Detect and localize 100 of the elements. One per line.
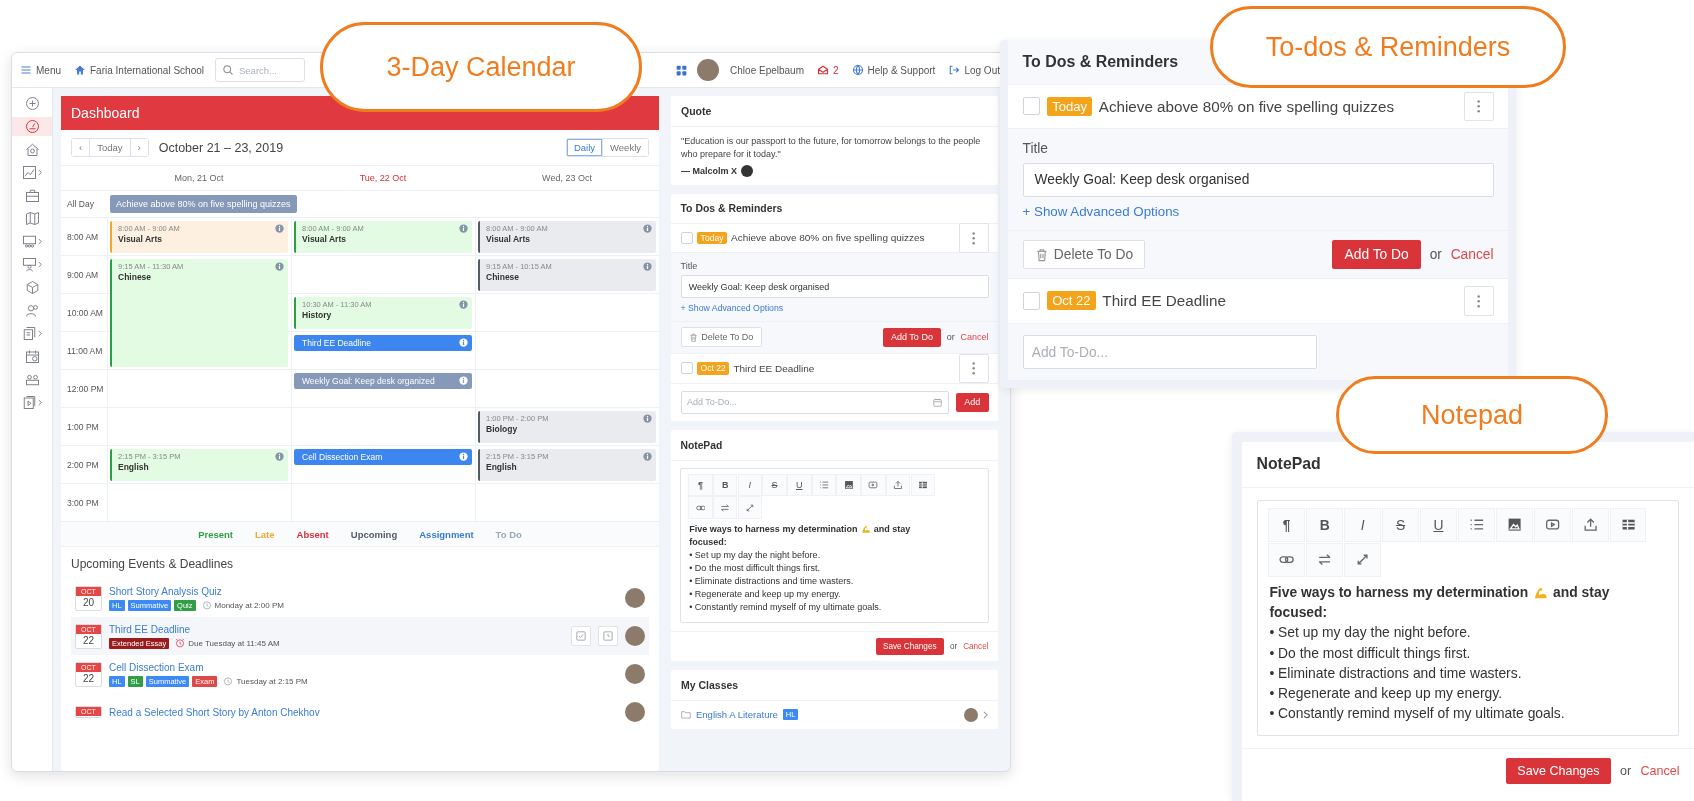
event-link[interactable]: Third EE Deadline xyxy=(109,623,191,635)
user-avatar[interactable] xyxy=(697,59,720,81)
info-icon[interactable] xyxy=(459,338,468,347)
view-toggle[interactable]: Daily xyxy=(566,139,603,156)
toolbar-button[interactable] xyxy=(1459,508,1494,541)
save-button[interactable]: Save Changes xyxy=(875,637,944,655)
format-button[interactable]: U xyxy=(788,474,811,496)
legend-item: To Do xyxy=(495,528,522,540)
text-editor[interactable] xyxy=(680,468,989,623)
teacher-avatar xyxy=(964,707,978,722)
school-link[interactable]: Faria International School xyxy=(72,62,206,78)
info-icon[interactable] xyxy=(459,224,468,233)
apps-grid-icon[interactable] xyxy=(675,63,689,77)
todo-text: Achieve above 80% on five spelling quizzes xyxy=(731,232,925,244)
info-icon[interactable] xyxy=(459,452,468,461)
help-link[interactable]: Help & Support xyxy=(849,62,938,78)
toolbar-button[interactable] xyxy=(713,497,737,519)
info-icon[interactable] xyxy=(459,300,468,309)
quote-author: — Malcolm X xyxy=(681,166,737,177)
chevron-icon[interactable] xyxy=(983,710,988,719)
calendar-event[interactable]: Third EE Deadline xyxy=(294,335,472,351)
card-title: NotePad xyxy=(1256,455,1321,474)
toolbar-button[interactable] xyxy=(689,497,712,519)
toolbar-button[interactable] xyxy=(911,474,935,496)
calendar-event[interactable]: Cell Dissection Exam xyxy=(294,449,472,465)
toolbar-button[interactable] xyxy=(1610,508,1646,541)
add-todo-button[interactable]: Add To Do xyxy=(882,327,941,347)
add-button[interactable]: Add xyxy=(956,392,989,412)
kebab-icon xyxy=(1476,293,1482,309)
format-button[interactable]: S xyxy=(1383,508,1418,541)
add-todo-button[interactable]: Add To Do xyxy=(1332,240,1421,270)
format-button[interactable]: S xyxy=(763,474,786,496)
event-link[interactable]: Cell Dissection Exam xyxy=(109,661,204,673)
document-play-icon xyxy=(22,395,37,410)
checkbox[interactable] xyxy=(680,231,693,245)
info-icon[interactable] xyxy=(643,452,652,461)
title-input[interactable]: Weekly Goal: Keep desk organised xyxy=(680,275,989,299)
check-square-icon xyxy=(576,631,586,641)
chevron-icon xyxy=(38,399,42,406)
note-heading: Five ways to harness my determination xyxy=(689,522,858,536)
calendar-icon[interactable] xyxy=(933,397,943,407)
reminder-button[interactable] xyxy=(598,626,618,646)
trash-icon xyxy=(1034,247,1049,262)
toolbar-button[interactable] xyxy=(1307,543,1342,576)
format-button[interactable]: ¶ xyxy=(689,474,712,496)
or-text: or xyxy=(949,641,958,651)
cube-icon xyxy=(24,280,40,295)
kebab-icon xyxy=(1476,98,1482,114)
info-icon[interactable] xyxy=(459,376,468,385)
cancel-link[interactable]: Cancel xyxy=(960,332,989,343)
toolbar-button[interactable] xyxy=(837,474,860,496)
title-input[interactable]: Weekly Goal: Keep desk organised xyxy=(1022,162,1494,197)
format-button[interactable]: B xyxy=(1307,508,1342,541)
todo-text: Third EE Deadline xyxy=(733,362,815,374)
folder-icon xyxy=(681,710,691,720)
info-icon[interactable] xyxy=(275,224,284,233)
class-link[interactable]: English A Literature xyxy=(696,709,778,721)
toolbar-button[interactable] xyxy=(1572,508,1608,541)
info-icon[interactable] xyxy=(275,452,284,461)
cancel-link[interactable]: Cancel xyxy=(1640,764,1680,779)
cancel-link[interactable]: Cancel xyxy=(1450,247,1494,263)
messages-button[interactable]: 2 xyxy=(815,62,841,78)
checkbox[interactable] xyxy=(1022,291,1041,310)
toolbar-button[interactable] xyxy=(1534,508,1570,541)
format-button[interactable]: B xyxy=(713,474,737,496)
note-heading: and stay xyxy=(1553,583,1610,603)
checkbox[interactable] xyxy=(680,362,693,375)
info-icon[interactable] xyxy=(643,262,652,271)
advanced-options-link[interactable]: + Show Advanced Options xyxy=(1022,203,1180,219)
previous-button[interactable]: ‹ xyxy=(72,139,91,156)
event-link[interactable]: Read a Selected Short Story by Anton Chekhov xyxy=(109,706,320,718)
text-editor[interactable] xyxy=(1256,499,1680,736)
hour-label: 9:00 AM xyxy=(66,270,100,280)
note-heading: and stay xyxy=(873,522,911,536)
delete-button[interactable]: Delete To Do xyxy=(680,327,762,348)
logout-link[interactable]: Log Out xyxy=(946,62,1002,78)
sidebar-item[interactable] xyxy=(12,117,52,136)
section-title: Upcoming Events & Deadlines xyxy=(71,556,235,573)
format-button[interactable]: I xyxy=(738,474,762,496)
menu-button[interactable]: Menu xyxy=(18,62,63,78)
format-button[interactable]: U xyxy=(1421,508,1456,541)
checkbox[interactable] xyxy=(1022,97,1041,116)
user-name[interactable]: Chloe Epelbaum xyxy=(728,62,806,78)
info-icon[interactable] xyxy=(275,262,284,271)
info-icon[interactable] xyxy=(643,224,652,233)
event-title: Weekly Goal: Keep desk organized xyxy=(302,376,436,386)
format-button[interactable]: I xyxy=(1345,508,1380,541)
toolbar-button[interactable] xyxy=(1497,508,1532,541)
save-button[interactable]: Save Changes xyxy=(1506,757,1611,785)
cancel-link[interactable]: Cancel xyxy=(963,641,989,651)
note-heading: focused: xyxy=(1269,603,1329,623)
document-icon xyxy=(22,326,37,341)
mark-done-button[interactable] xyxy=(571,626,591,646)
delete-button[interactable]: Delete To Do xyxy=(1022,240,1146,270)
event-link[interactable]: Short Story Analysis Quiz xyxy=(109,585,222,597)
event-title: Third EE Deadline xyxy=(302,338,372,348)
info-icon[interactable] xyxy=(643,414,652,423)
format-button[interactable]: ¶ xyxy=(1269,508,1305,541)
toolbar-button[interactable] xyxy=(1269,543,1305,576)
advanced-options-link[interactable]: + Show Advanced Options xyxy=(680,302,784,313)
